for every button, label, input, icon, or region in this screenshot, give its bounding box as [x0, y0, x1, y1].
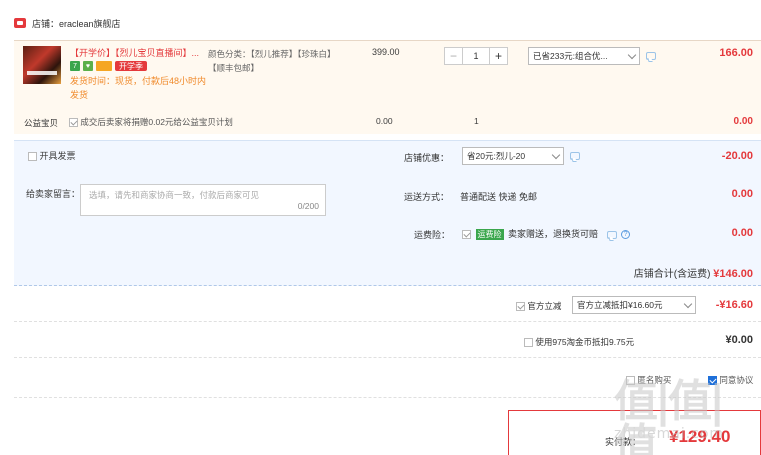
message-label: 给卖家留言： — [26, 189, 81, 199]
shop-discount-label: 店铺优惠： — [404, 153, 450, 163]
order-options: 开具发票 给卖家留言： 选填，请先和商家协商一致，付款后商家可见 0/200 店… — [14, 140, 761, 286]
shop-discount-select[interactable]: 省20元:烈儿-20 — [462, 147, 564, 165]
charity-qty: 1 — [474, 116, 479, 126]
help-icon[interactable]: ? — [621, 230, 631, 240]
charity-checkbox[interactable] — [69, 118, 78, 128]
insurance-text: 卖家赠送，退换货可赔 — [508, 229, 599, 239]
charity-desc-wrap: 成交后卖家将捐赠0.02元给公益宝贝计划 — [69, 116, 233, 128]
quantity-decrease-button[interactable]: − — [445, 48, 463, 64]
official-discount-select[interactable]: 官方立减抵扣¥16.60元 — [572, 296, 696, 314]
delivery-label: 运送方式： — [404, 192, 450, 202]
coin-option: 使用975淘金币抵扣9.75元 — [524, 336, 634, 348]
agreement-label: 同意协议 — [719, 375, 754, 385]
official-discount-value: 官方立减抵扣¥16.60元 — [577, 300, 663, 310]
official-discount-label: 官方立减 — [527, 301, 562, 311]
pay-options-row: 匿名购买 同意协议 — [14, 362, 761, 398]
order-item-row: 【开学价】【烈儿宝贝直播间】... 7 ♥ 开学季 发货时间：现货，付款后48小… — [14, 40, 761, 110]
ship-time: 发货时间：现货，付款后48小时内发货 — [70, 76, 207, 100]
product-thumbnail[interactable] — [23, 46, 61, 84]
coin-row: 使用975淘金币抵扣9.75元 ¥0.00 — [14, 324, 761, 358]
product-title[interactable]: 【开学价】【烈儿宝贝直播间】... — [70, 47, 210, 59]
pay-amount: ¥129.40 — [669, 427, 731, 446]
quantity-stepper: − 1 + — [444, 47, 508, 65]
official-discount-checkbox[interactable] — [516, 302, 525, 312]
shop-discount-amount: -20.00 — [721, 150, 753, 162]
seven-day-return-icon: 7 — [70, 61, 80, 71]
shop-total-amount: ¥146.00 — [713, 268, 753, 280]
charity-description: 成交后卖家将捐赠0.02元给公益宝贝计划 — [80, 117, 233, 127]
item-subtotal: 166.00 — [719, 47, 753, 59]
quantity-input[interactable]: 1 — [463, 48, 489, 64]
coin-label: 使用975淘金币抵扣9.75元 — [535, 337, 635, 347]
insurance-option: 运费险 卖家赠送，退换货可赔 ? — [462, 227, 631, 240]
delivery-amount: 0.00 — [731, 188, 753, 200]
coin-amount: ¥0.00 — [725, 334, 753, 346]
official-discount-option: 官方立减 — [516, 300, 561, 312]
chat-icon[interactable] — [570, 152, 580, 160]
agreement-checkbox[interactable] — [708, 376, 717, 386]
invoice-label: 开具发票 — [39, 151, 76, 161]
promo-badge: 开学季 — [115, 61, 147, 71]
shop-header: 店铺：eraclean旗舰店 — [14, 14, 121, 32]
delivery-method: 普通配送 快递 免邮 — [460, 192, 538, 202]
agreement-option[interactable]: 同意协议 — [708, 374, 753, 386]
payment-summary: 实付款： ¥129.40 — [508, 410, 761, 455]
official-discount-amount: -¥16.60 — [715, 299, 753, 311]
official-discount-row: 官方立减 官方立减抵扣¥16.60元 -¥16.60 — [14, 288, 761, 322]
anonymous-label: 匿名购买 — [637, 375, 672, 385]
charity-price: 0.00 — [376, 116, 393, 126]
anonymous-checkbox[interactable] — [626, 376, 635, 386]
anonymous-option[interactable]: 匿名购买 — [626, 374, 671, 386]
item-promo-select-value: 已省233元:组合优... — [533, 51, 608, 61]
coin-checkbox[interactable] — [524, 338, 533, 348]
invoice-checkbox[interactable] — [28, 152, 37, 162]
seller-message-input[interactable]: 选填，请先和商家协商一致，付款后商家可见 0/200 — [80, 184, 326, 216]
shop-name[interactable]: 店铺：eraclean旗舰店 — [32, 17, 121, 30]
charity-label: 公益宝贝 — [24, 118, 59, 128]
guarantee-icon: ♥ — [83, 61, 93, 71]
insurance-checkbox[interactable] — [462, 230, 471, 240]
insurance-label: 运费险： — [414, 230, 451, 240]
message-placeholder: 选填，请先和商家协商一致，付款后商家可见 — [89, 190, 260, 200]
sku-info: 颜色分类：【烈儿推荐】【珍珠白】【顺丰包邮】 — [208, 49, 336, 73]
shop-total: 店铺合计(含运费) ¥146.00 — [634, 265, 753, 280]
insurance-amount: 0.00 — [731, 227, 753, 239]
charity-row: 公益宝贝 成交后卖家将捐赠0.02元给公益宝贝计划 0.00 1 0.00 — [14, 110, 761, 134]
pay-amount-label: 实付款： — [605, 437, 642, 447]
invoice-option[interactable]: 开具发票 — [28, 149, 76, 162]
chat-icon[interactable] — [606, 230, 617, 239]
chevron-down-icon — [551, 150, 561, 159]
quantity-increase-button[interactable]: + — [489, 48, 507, 64]
shop-total-label: 店铺合计(含运费) — [633, 269, 711, 280]
item-promo-select[interactable]: 已省233元:组合优... — [528, 47, 640, 65]
credit-card-icon — [96, 61, 112, 71]
unit-price: 399.00 — [372, 47, 400, 57]
shop-discount-value: 省20元:烈儿-20 — [467, 151, 526, 161]
insurance-tag: 运费险 — [475, 229, 504, 240]
product-badges: 7 ♥ 开学季 — [70, 61, 147, 71]
chevron-down-icon — [627, 50, 637, 59]
chevron-down-icon — [683, 299, 693, 308]
shop-icon — [14, 18, 26, 28]
charity-total: 0.00 — [733, 116, 753, 127]
chat-icon[interactable] — [646, 52, 656, 60]
message-char-count: 0/200 — [297, 201, 319, 211]
